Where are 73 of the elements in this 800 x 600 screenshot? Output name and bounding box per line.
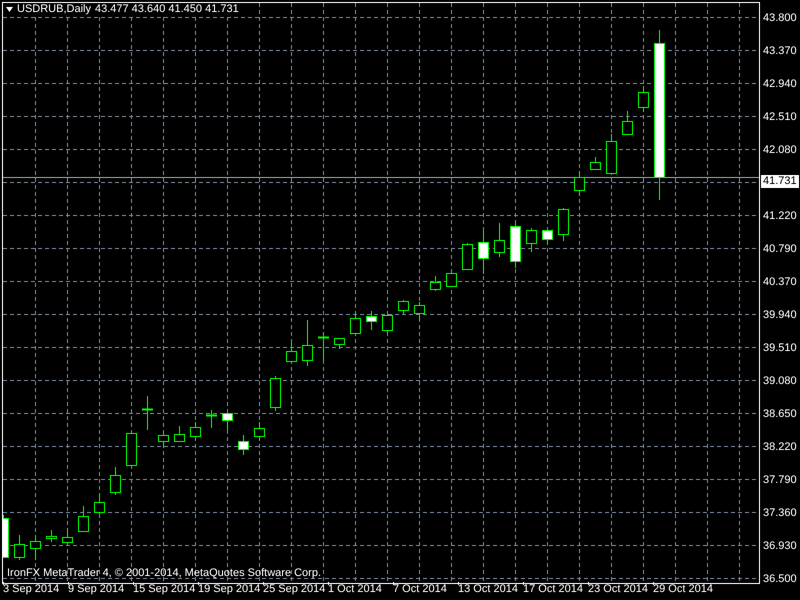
candlestick [206, 410, 217, 428]
date-label: 17 Oct 2014 [523, 583, 583, 595]
price-label: 39.080 [763, 374, 797, 386]
candlestick [398, 300, 409, 316]
candlestick [142, 396, 153, 430]
price-label: 43.800 [763, 12, 797, 24]
date-label: 3 Sep 2014 [3, 583, 60, 595]
candlestick [494, 222, 505, 258]
candlestick [366, 310, 377, 330]
candlestick [606, 134, 617, 174]
current-price-tag: 41.731 [761, 175, 799, 188]
symbol-title: USDRUB,Daily [17, 3, 91, 15]
price-label: 36.930 [763, 540, 797, 552]
candlestick [446, 272, 457, 287]
candlestick [510, 222, 521, 268]
candlestick [350, 314, 361, 336]
price-label: 36.500 [763, 572, 797, 584]
candlestick [158, 434, 169, 448]
candlestick [302, 320, 313, 366]
date-label: 15 Sep 2014 [133, 583, 196, 595]
ohlc-values: 43.477 43.640 41.450 41.731 [94, 3, 239, 15]
price-label: 42.940 [763, 78, 797, 90]
candlestick [638, 86, 649, 112]
date-label: 9 Sep 2014 [68, 583, 124, 595]
date-label: 13 Oct 2014 [458, 583, 518, 595]
candlestick [62, 528, 73, 544]
candlestick [334, 338, 345, 350]
candlestick [174, 426, 185, 442]
price-label: 40.790 [763, 242, 797, 254]
price-label: 41.220 [763, 210, 797, 222]
price-label: 39.940 [763, 308, 797, 320]
dropdown-arrow-icon[interactable] [6, 6, 13, 12]
candlestick [526, 228, 537, 252]
date-label: 25 Sep 2014 [263, 583, 326, 595]
copyright-text: IronFX MetaTrader 4, © 2001-2014, MetaQuotes Software Corp. [7, 567, 322, 579]
candlestick [14, 534, 25, 560]
candlestick [558, 208, 569, 242]
candlestick [110, 466, 121, 496]
candlestick [462, 242, 473, 270]
candlestick [190, 422, 201, 438]
candlestick [30, 536, 41, 560]
candlestick [430, 276, 441, 292]
candlestick [542, 230, 553, 244]
candlestick [590, 156, 601, 170]
price-label: 42.080 [763, 144, 797, 156]
candlestick [94, 494, 105, 514]
candlestick [126, 432, 137, 468]
candlestick [318, 332, 329, 362]
candlestick [270, 376, 281, 412]
candlestick [222, 412, 233, 430]
candlestick [238, 434, 249, 456]
price-label: 39.510 [763, 342, 797, 354]
candlestick [414, 302, 425, 320]
candlestick [46, 530, 57, 542]
price-label: 42.510 [763, 110, 797, 122]
price-label: 38.650 [763, 408, 797, 420]
price-label: 37.360 [763, 506, 797, 518]
candlestick [574, 170, 585, 196]
date-label: 23 Oct 2014 [588, 583, 648, 595]
price-label: 37.790 [763, 474, 797, 486]
date-label: 19 Sep 2014 [198, 583, 260, 595]
candlestick [78, 506, 89, 532]
price-label: 40.370 [763, 276, 797, 288]
candlestick [622, 110, 633, 135]
price-label: 43.370 [763, 44, 797, 56]
candlestick [286, 342, 297, 364]
price-label: 38.220 [763, 440, 797, 452]
date-label: 29 Oct 2014 [653, 583, 713, 595]
candlestick [254, 422, 265, 440]
candlestick [382, 314, 393, 334]
date-label: 1 Oct 2014 [328, 583, 382, 595]
date-label: 7 Oct 2014 [393, 583, 447, 595]
candlestick [478, 230, 489, 274]
